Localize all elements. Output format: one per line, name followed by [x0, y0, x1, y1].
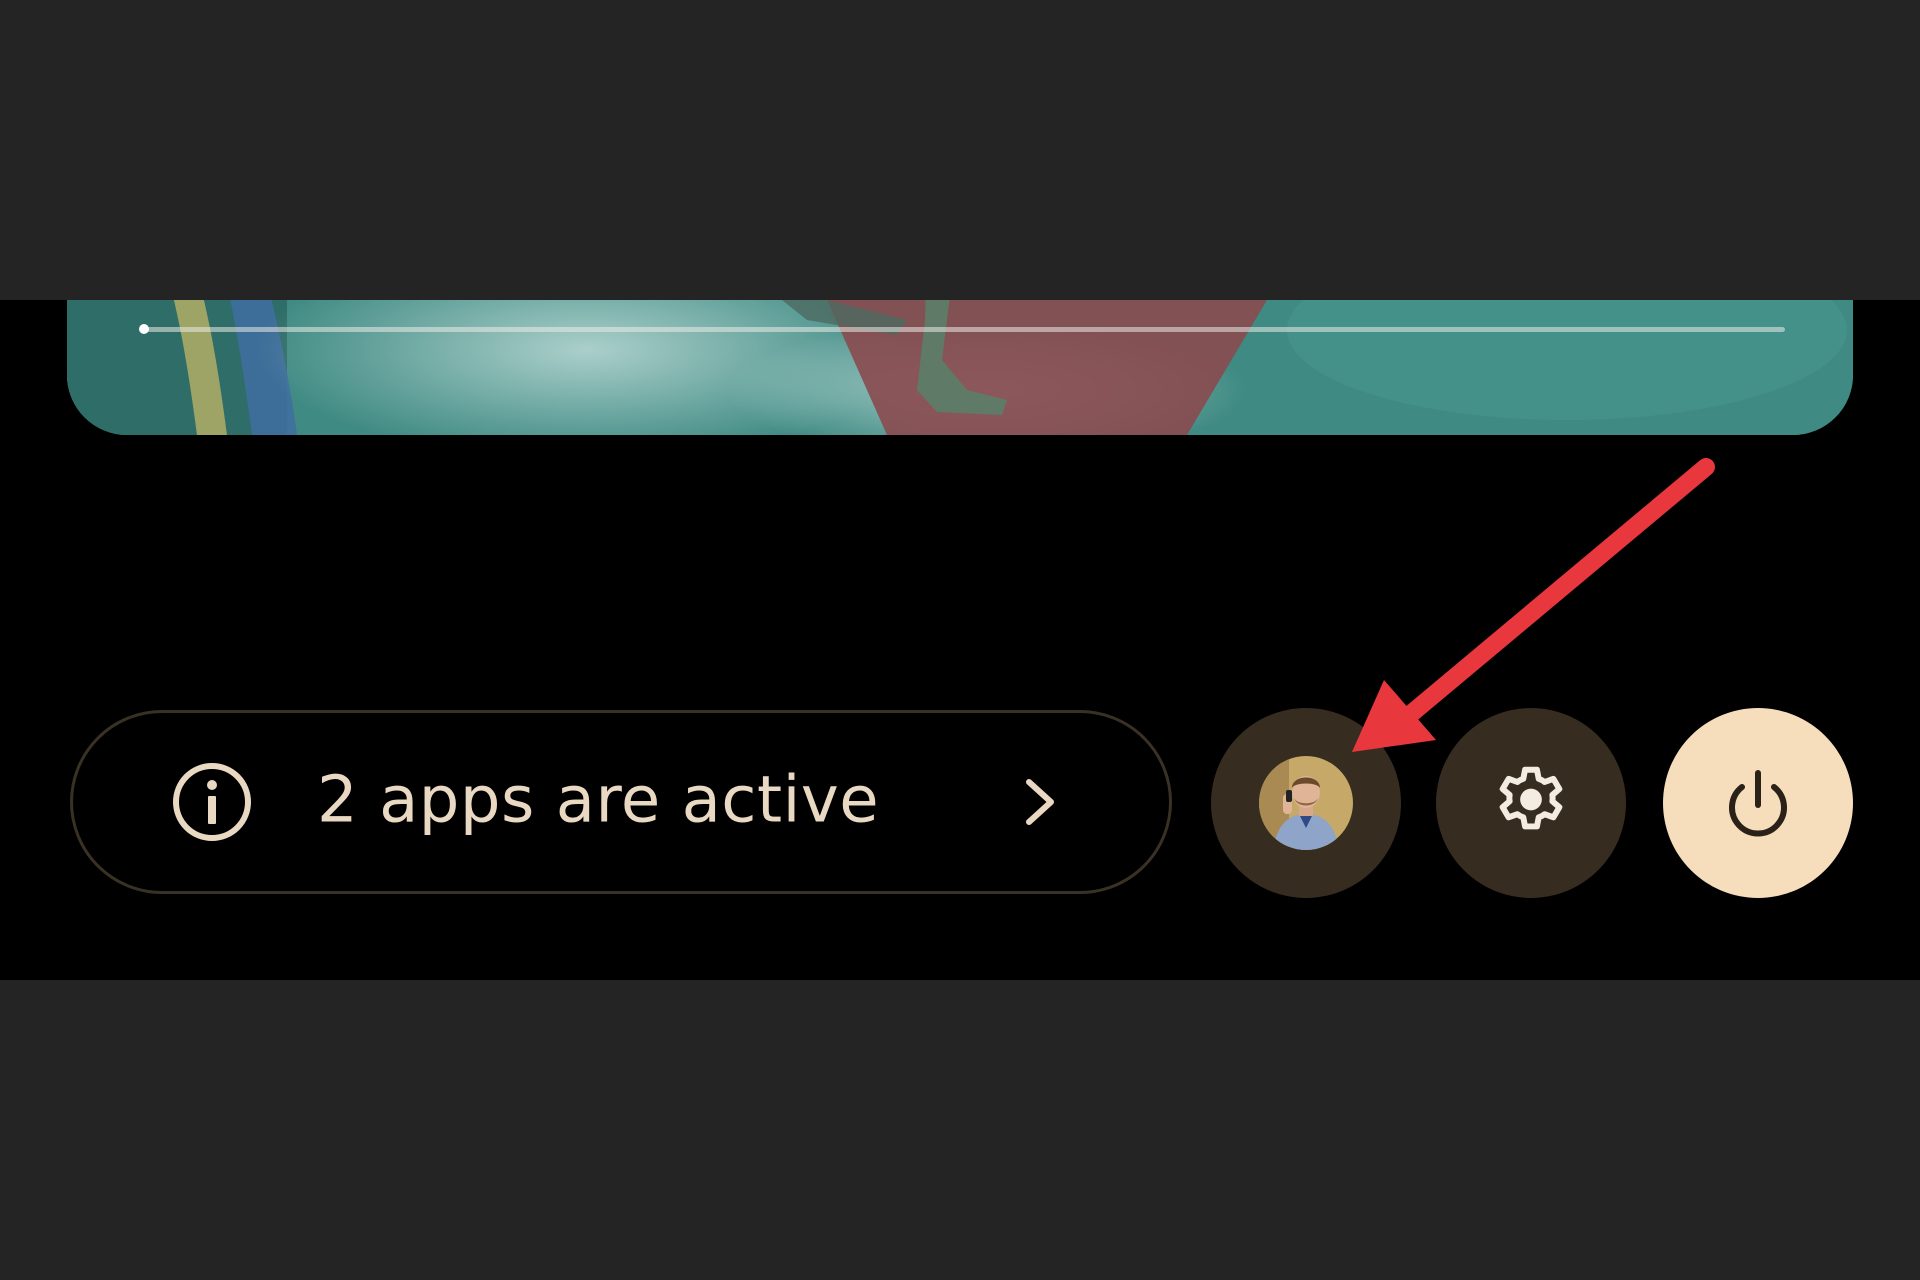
active-apps-label: 2 apps are active	[317, 763, 880, 838]
avatar-photo	[1259, 756, 1353, 850]
user-switcher-button[interactable]	[1211, 708, 1401, 898]
user-avatar	[1259, 756, 1353, 850]
media-player-card[interactable]	[67, 300, 1853, 435]
power-menu-button[interactable]	[1663, 708, 1853, 898]
media-progress-bar[interactable]	[139, 324, 1785, 334]
settings-button[interactable]	[1436, 708, 1626, 898]
media-progress-thumb[interactable]	[139, 324, 149, 334]
screenshot-frame: 2 apps are active	[0, 0, 1920, 1280]
gear-icon	[1499, 766, 1563, 830]
chevron-right-icon	[1026, 779, 1054, 825]
quick-settings-panel: 2 apps are active	[0, 300, 1920, 980]
info-icon	[173, 763, 251, 841]
power-icon	[1729, 770, 1787, 837]
active-apps-button[interactable]: 2 apps are active	[70, 710, 1172, 894]
album-art-background	[67, 300, 1853, 435]
